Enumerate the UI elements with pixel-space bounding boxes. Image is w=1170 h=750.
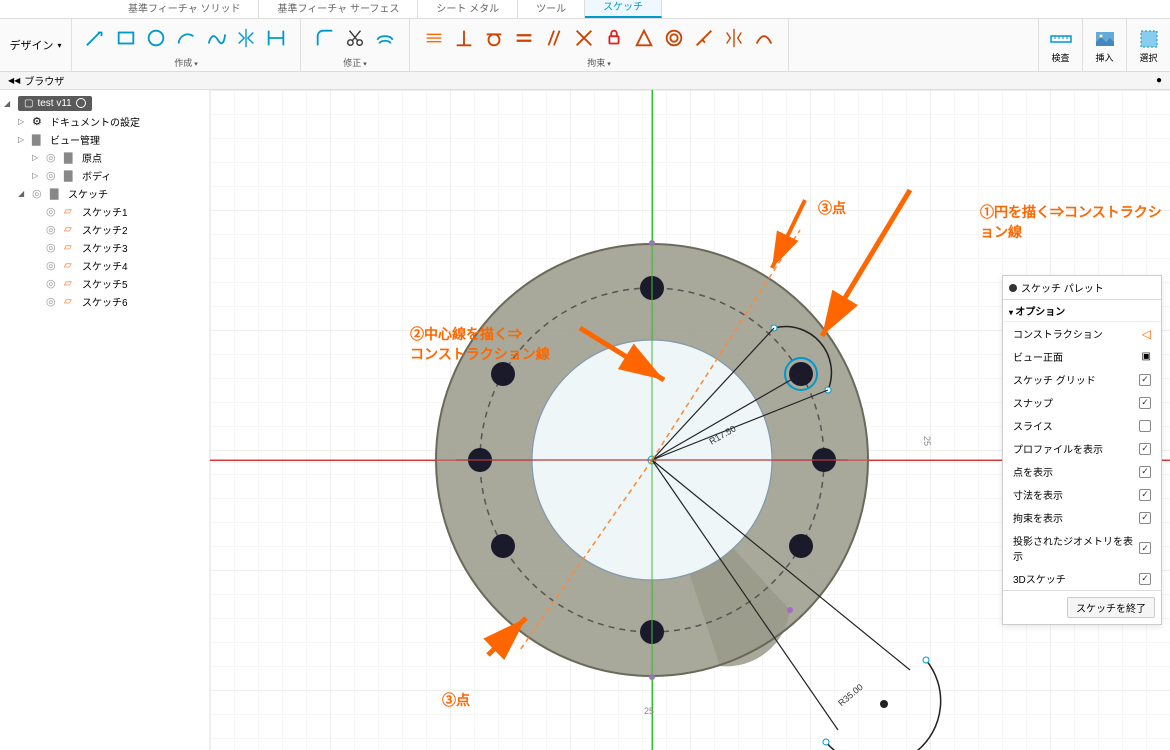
- axis-label-25b: 25: [644, 706, 654, 716]
- row-3dsketch[interactable]: 3Dスケッチ: [1003, 567, 1161, 590]
- offset-icon[interactable]: [373, 26, 397, 50]
- tree-sketch-6[interactable]: ◎▱スケッチ6: [4, 292, 205, 310]
- create-group: 作成: [72, 19, 301, 71]
- midpoint-icon[interactable]: [632, 26, 656, 50]
- image-icon: [1093, 27, 1117, 51]
- create-label[interactable]: 作成: [174, 56, 198, 71]
- dims-checkbox[interactable]: [1139, 489, 1151, 501]
- row-dims[interactable]: 寸法を表示: [1003, 483, 1161, 506]
- browser-title: ブラウザ: [24, 73, 64, 88]
- constrain-label[interactable]: 拘束: [587, 56, 611, 71]
- annot-point-bottom: ③点: [442, 690, 470, 710]
- collapse-icon[interactable]: ◀◀: [8, 76, 20, 85]
- row-constraints[interactable]: 拘束を表示: [1003, 506, 1161, 529]
- tree-doc-settings[interactable]: ▷⚙ドキュメントの設定: [4, 112, 205, 130]
- grid-checkbox[interactable]: [1139, 374, 1151, 386]
- constrain-group: 拘束: [410, 19, 789, 71]
- symmetry-icon[interactable]: [722, 26, 746, 50]
- row-slice[interactable]: スライス: [1003, 414, 1161, 437]
- row-snap[interactable]: スナップ: [1003, 391, 1161, 414]
- slice-checkbox[interactable]: [1139, 420, 1151, 432]
- tangent-icon[interactable]: [482, 26, 506, 50]
- row-construction[interactable]: コンストラクション◁: [1003, 322, 1161, 345]
- design-dropdown[interactable]: デザイン: [0, 19, 72, 71]
- tree-origin[interactable]: ▷◎▇原点: [4, 148, 205, 166]
- palette-options-section[interactable]: オプション: [1003, 300, 1161, 322]
- perpendicular-icon[interactable]: [452, 26, 476, 50]
- horizontal-icon[interactable]: [422, 26, 446, 50]
- tree-sketch-4[interactable]: ◎▱スケッチ4: [4, 256, 205, 274]
- line-icon[interactable]: [84, 26, 108, 50]
- annot-centerline-2: コンストラクション線: [410, 344, 550, 364]
- row-projected[interactable]: 投影されたジオメトリを表示: [1003, 529, 1161, 567]
- row-lookat[interactable]: ビュー正面▣: [1003, 345, 1161, 368]
- finish-sketch-button[interactable]: スケッチを終了: [1067, 597, 1155, 618]
- browser-bullet-icon[interactable]: ●: [1156, 75, 1162, 86]
- fillet-icon[interactable]: [313, 26, 337, 50]
- tab-sketch[interactable]: スケッチ: [585, 0, 662, 18]
- rectangle-icon[interactable]: [114, 26, 138, 50]
- axis-label-25r: 25: [922, 436, 932, 446]
- tree-sketch-1[interactable]: ◎▱スケッチ1: [4, 202, 205, 220]
- arc-icon[interactable]: [174, 26, 198, 50]
- ruler-icon: [1049, 27, 1073, 51]
- coincident-icon[interactable]: [572, 26, 596, 50]
- dimension-icon[interactable]: [264, 26, 288, 50]
- tab-solid[interactable]: 基準フィーチャ ソリッド: [110, 0, 259, 18]
- annot-point-top: ③点: [818, 198, 846, 218]
- select-tool[interactable]: 選択: [1126, 19, 1170, 71]
- browser-panel: ◢ ▢test v11 ▷⚙ドキュメントの設定 ▷▇ビュー管理 ▷◎▇原点 ▷◎…: [0, 90, 210, 750]
- construction-icon: ◁: [1142, 327, 1151, 341]
- tab-surface[interactable]: 基準フィーチャ サーフェス: [259, 0, 418, 18]
- select-icon: [1137, 27, 1161, 51]
- workspace-tabs: 基準フィーチャ ソリッド 基準フィーチャ サーフェス シート メタル ツール ス…: [0, 0, 1170, 18]
- close-dot-icon[interactable]: [1009, 284, 1017, 292]
- row-profile[interactable]: プロファイルを表示: [1003, 437, 1161, 460]
- tree-sketch-5[interactable]: ◎▱スケッチ5: [4, 274, 205, 292]
- constraints-checkbox[interactable]: [1139, 512, 1151, 524]
- toolbar: デザイン 作成 修正: [0, 18, 1170, 72]
- inspect-tool[interactable]: 検査: [1038, 19, 1082, 71]
- tab-sheet-metal[interactable]: シート メタル: [418, 0, 518, 18]
- annot-circle: ①円を描く⇒コンストラクション線: [980, 202, 1170, 242]
- points-checkbox[interactable]: [1139, 466, 1151, 478]
- concentric-icon[interactable]: [662, 26, 686, 50]
- modify-group: 修正: [301, 19, 410, 71]
- lookat-icon: ▣: [1142, 351, 1151, 362]
- trim-icon[interactable]: [343, 26, 367, 50]
- spline-icon[interactable]: [204, 26, 228, 50]
- browser-header: ◀◀ ブラウザ ●: [0, 72, 1170, 90]
- profile-checkbox[interactable]: [1139, 443, 1151, 455]
- annot-centerline-1: ②中心線を描く⇒: [410, 324, 522, 344]
- tree-sketch-3[interactable]: ◎▱スケッチ3: [4, 238, 205, 256]
- snap-checkbox[interactable]: [1139, 397, 1151, 409]
- insert-tool[interactable]: 挿入: [1082, 19, 1126, 71]
- projected-checkbox[interactable]: [1139, 542, 1151, 554]
- tab-tool[interactable]: ツール: [518, 0, 585, 18]
- palette-header[interactable]: スケッチ パレット: [1003, 276, 1161, 300]
- mirror-icon[interactable]: [234, 26, 258, 50]
- collinear-icon[interactable]: [692, 26, 716, 50]
- curvature-icon[interactable]: [752, 26, 776, 50]
- tree-sketch-folder[interactable]: ◢◎▇スケッチ: [4, 184, 205, 202]
- fix-icon[interactable]: [602, 26, 626, 50]
- tree-view-mgmt[interactable]: ▷▇ビュー管理: [4, 130, 205, 148]
- row-grid[interactable]: スケッチ グリッド: [1003, 368, 1161, 391]
- modify-label[interactable]: 修正: [343, 56, 367, 71]
- parallel-icon[interactable]: [542, 26, 566, 50]
- sketch-palette: スケッチ パレット オプション コンストラクション◁ ビュー正面▣ スケッチ グ…: [1002, 275, 1162, 625]
- row-points[interactable]: 点を表示: [1003, 460, 1161, 483]
- tree-sketch-2[interactable]: ◎▱スケッチ2: [4, 220, 205, 238]
- sketch3d-checkbox[interactable]: [1139, 573, 1151, 585]
- tree-root[interactable]: ◢ ▢test v11: [4, 94, 205, 112]
- equal-icon[interactable]: [512, 26, 536, 50]
- tree-body[interactable]: ▷◎▇ボディ: [4, 166, 205, 184]
- circle-icon[interactable]: [144, 26, 168, 50]
